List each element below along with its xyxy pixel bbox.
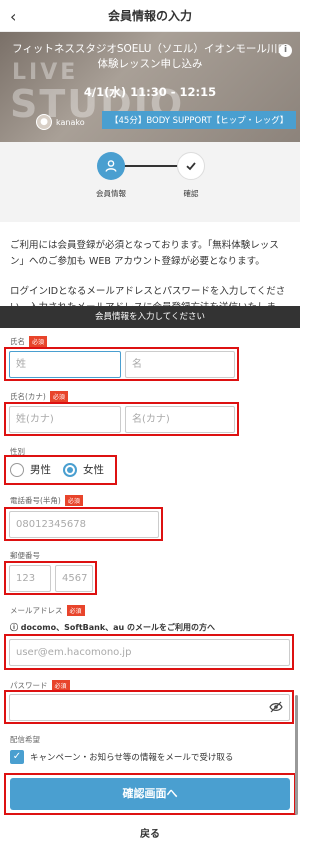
app-header: ‹ 会員情報の入力	[0, 0, 300, 32]
newsletter-label: 配信希望	[10, 735, 40, 744]
required-badge: 必須	[49, 391, 68, 402]
chevron-left-icon[interactable]: ‹	[10, 7, 16, 26]
check-icon	[177, 152, 205, 180]
email-carrier-note[interactable]: ⓘ docomo、SoftBank、au のメールをご利用の方へ	[10, 622, 215, 633]
scrollbar[interactable]	[295, 695, 298, 815]
required-badge: 必須	[64, 495, 83, 506]
studio-name: フィットネススタジオSOELU（ソエル）イオンモール川口 体験レッスン申し込み	[0, 42, 300, 72]
postal-code-part2-input[interactable]: 4567	[55, 565, 93, 592]
phone-input[interactable]: 08012345678	[9, 511, 159, 538]
lesson-datetime: 4/1(水) 11:30 - 12:15	[83, 85, 217, 99]
instructor-name: kanako	[56, 117, 85, 127]
studio-title: フィットネススタジオSOELU（ソエル）イオンモール川口	[12, 43, 288, 55]
lesson-type: 体験レッスン申し込み	[97, 58, 203, 70]
radio-icon	[10, 462, 24, 477]
email-label: メールアドレス 必須	[10, 605, 85, 616]
radio-label: 男性	[30, 464, 51, 476]
last-name-kana-input[interactable]: 姓(カナ)	[9, 406, 121, 433]
avatar: ●	[36, 114, 52, 130]
radio-label: 女性	[83, 464, 104, 476]
password-input[interactable]	[9, 694, 290, 721]
newsletter-checkbox-label: キャンペーン・お知らせ等の情報をメールで受け取る	[30, 753, 234, 763]
step-member-info: 会員情報	[81, 152, 141, 199]
phone-label: 電話番号(半角) 必須	[10, 495, 83, 506]
instructor: ● kanako	[36, 114, 85, 130]
name-label: 氏名 必須	[10, 336, 48, 347]
checkbox-checked-icon[interactable]: ✓	[10, 750, 24, 764]
confirm-button[interactable]: 確認画面へ	[10, 778, 290, 810]
step-label: 会員情報	[96, 189, 126, 198]
newsletter-option[interactable]: ✓ キャンペーン・お知らせ等の情報をメールで受け取る	[10, 750, 233, 764]
info-icon[interactable]: i	[279, 44, 292, 57]
eye-off-icon[interactable]	[269, 695, 283, 720]
lesson-banner: LIVE STUDIO フィットネススタジオSOELU（ソエル）イオンモール川口…	[0, 32, 300, 142]
step-confirm: 確認	[161, 152, 221, 199]
back-button[interactable]: 戻る	[10, 825, 290, 840]
first-name-input[interactable]: 名	[125, 351, 235, 378]
radio-selected-icon	[63, 462, 77, 477]
label-text: 電話番号(半角)	[10, 496, 61, 505]
email-input[interactable]: user@em.hacomono.jp	[9, 639, 290, 666]
postal-code-part1-input[interactable]: 123	[9, 565, 51, 592]
label-text: 氏名(カナ)	[10, 392, 46, 401]
label-text: 氏名	[10, 337, 25, 346]
page-title: 会員情報の入力	[107, 9, 192, 23]
first-name-kana-input[interactable]: 名(カナ)	[125, 406, 235, 433]
label-text: メールアドレス	[10, 606, 63, 615]
step-label: 確認	[183, 189, 199, 198]
kana-label: 氏名(カナ) 必須	[10, 391, 68, 402]
progress-stepper: 会員情報 確認	[0, 142, 300, 222]
postal-label: 郵便番号	[10, 551, 40, 560]
last-name-input[interactable]: 姓	[9, 351, 121, 378]
gender-male-radio[interactable]: 男性	[10, 462, 51, 477]
required-badge: 必須	[29, 336, 48, 347]
section-title: 会員情報を入力してください	[0, 306, 300, 328]
required-badge: 必須	[66, 605, 85, 616]
intro-paragraph-1: ご利用には会員登録が必須となっております。「無料体験レッスン」へのご参加も WE…	[10, 240, 279, 267]
lesson-tag: 【45分】BODY SUPPORT【ヒップ・レッグ】	[102, 111, 297, 129]
user-icon	[97, 152, 125, 180]
gender-female-radio[interactable]: 女性	[63, 462, 104, 477]
